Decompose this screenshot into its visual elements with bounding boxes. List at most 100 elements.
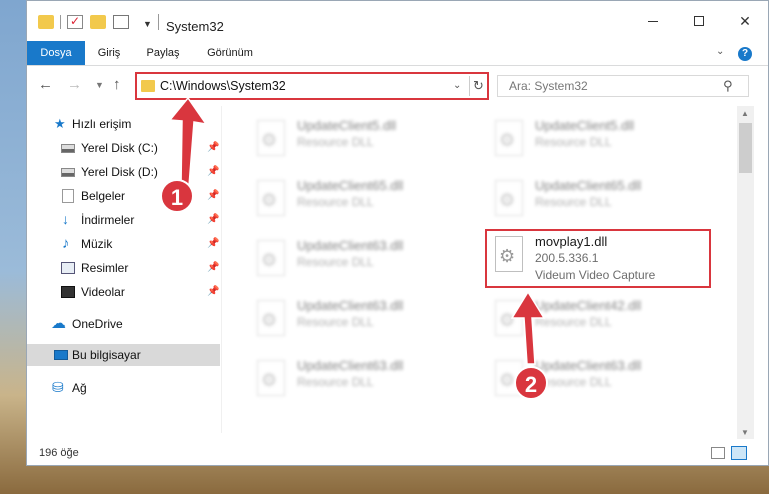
tab-paylas[interactable]: Paylaş — [143, 41, 183, 65]
qat-divider — [60, 15, 61, 29]
star-icon: ★ — [54, 116, 66, 131]
dll-file-icon: ⚙ — [495, 300, 523, 336]
details-view-icon[interactable] — [711, 447, 725, 459]
scroll-down-icon[interactable]: ▼ — [741, 428, 749, 437]
qat-dropdown-icon[interactable]: ▼ — [143, 19, 152, 29]
gear-icon: ⚙ — [261, 130, 278, 150]
annotation-marker-1: 1 — [160, 179, 194, 213]
tab-dosya[interactable]: Dosya — [27, 41, 85, 65]
file-item[interactable]: ⚙ UpdateClient65.dll Resource DLL — [247, 170, 485, 226]
pin-icon[interactable]: 📌 — [207, 238, 219, 249]
videos-icon — [61, 286, 75, 298]
title-divider — [158, 14, 159, 30]
gear-icon: ⚙ — [499, 190, 516, 210]
file-type: Resource DLL — [535, 315, 612, 329]
maximize-button[interactable] — [676, 1, 722, 41]
up-arrow-icon[interactable]: ↑ — [113, 77, 121, 92]
forward-arrow-icon[interactable]: → — [67, 77, 82, 92]
file-type: Resource DLL — [297, 255, 374, 269]
pin-icon[interactable]: 📌 — [207, 142, 219, 153]
file-item[interactable]: ⚙ UpdateClient42.dll Resource DLL — [485, 290, 723, 346]
file-type: Resource DLL — [535, 195, 612, 209]
file-type: Resource DLL — [297, 195, 374, 209]
new-folder-icon[interactable] — [90, 15, 106, 29]
properties-check-icon[interactable] — [67, 14, 83, 29]
address-bar[interactable]: C:\Windows\System32 ⌄ ↻ — [135, 72, 489, 100]
pane-divider — [221, 106, 222, 433]
sidebar-item-pictures[interactable]: Resimler 📌 — [27, 257, 220, 279]
cloud-icon: ☁ — [51, 315, 66, 332]
address-path[interactable]: C:\Windows\System32 — [160, 80, 286, 93]
pin-icon[interactable]: 📌 — [207, 286, 219, 297]
dll-file-icon: ⚙ — [257, 180, 285, 216]
sidebar-item-quick-access[interactable]: ★ Hızlı erişim — [27, 113, 220, 135]
gear-icon: ⚙ — [499, 130, 516, 150]
sidebar-item-onedrive[interactable]: ☁ OneDrive — [27, 313, 220, 335]
file-name: UpdateClient63.dll — [297, 238, 404, 253]
help-icon[interactable]: ? — [738, 47, 752, 61]
ribbon-expand-icon[interactable]: ⌄ — [716, 46, 724, 57]
search-icon[interactable]: ⚲ — [723, 78, 733, 94]
minimize-icon — [648, 20, 658, 22]
gear-icon: ⚙ — [499, 370, 516, 390]
file-item[interactable]: ⚙ UpdateClient63.dll Resource DLL — [247, 230, 485, 286]
navigation-pane: ★ Hızlı erişim Yerel Disk (C:) 📌 Yerel D… — [27, 106, 221, 433]
sidebar-item-label: Yerel Disk (C:) — [81, 141, 158, 155]
pin-icon[interactable]: 📌 — [207, 214, 219, 225]
file-name: UpdateClient65.dll — [297, 178, 404, 193]
network-icon: ⛁ — [52, 379, 64, 395]
dll-file-icon: ⚙ — [495, 120, 523, 156]
drive-icon — [61, 168, 75, 177]
file-item[interactable]: ⚙ UpdateClient63.dll Resource DLL — [247, 350, 485, 406]
refresh-icon[interactable]: ↻ — [469, 76, 487, 96]
file-name: UpdateClient63.dll — [297, 298, 404, 313]
folder-icon[interactable] — [38, 15, 54, 29]
dll-file-icon: ⚙ — [257, 360, 285, 396]
file-name: UpdateClient63.dll — [297, 358, 404, 373]
sidebar-item-label: Hızlı erişim — [72, 117, 132, 131]
scroll-thumb[interactable] — [739, 123, 752, 173]
tiles-view-icon[interactable] — [731, 446, 747, 460]
scroll-up-icon[interactable]: ▲ — [741, 109, 749, 118]
title-bar: ▼ System32 ✕ — [27, 1, 768, 41]
search-input[interactable]: Ara: System32 ⚲ — [497, 75, 749, 97]
file-name: UpdateClient5.dll — [535, 118, 635, 133]
sidebar-item-label: Yerel Disk (D:) — [81, 165, 158, 179]
sidebar-item-music[interactable]: ♪ Müzik 📌 — [27, 233, 220, 255]
tab-giris[interactable]: Giriş — [94, 41, 124, 65]
recent-locations-icon[interactable]: ▼ — [95, 81, 104, 90]
status-bar: 196 öğe — [27, 439, 768, 466]
gear-icon: ⚙ — [261, 190, 278, 210]
sidebar-item-videos[interactable]: Videolar 📌 — [27, 281, 220, 303]
file-type: Resource DLL — [297, 375, 374, 389]
minimize-button[interactable] — [630, 1, 676, 41]
pin-icon[interactable]: 📌 — [207, 166, 219, 177]
dll-file-icon: ⚙ — [257, 120, 285, 156]
file-type: Resource DLL — [297, 315, 374, 329]
tab-gorunum[interactable]: Görünüm — [201, 41, 259, 65]
file-item[interactable]: ⚙ UpdateClient65.dll Resource DLL — [485, 170, 723, 226]
sidebar-item-disk-c[interactable]: Yerel Disk (C:) 📌 — [27, 137, 220, 159]
file-type: Resource DLL — [297, 135, 374, 149]
documents-icon — [62, 189, 74, 203]
file-name: UpdateClient42.dll — [535, 298, 642, 313]
sidebar-item-network[interactable]: ⛁ Ağ — [27, 377, 220, 399]
close-button[interactable]: ✕ — [722, 1, 768, 41]
pin-icon[interactable]: 📌 — [207, 190, 219, 201]
search-placeholder: Ara: System32 — [509, 79, 588, 93]
sidebar-item-label: Belgeler — [81, 189, 126, 203]
file-item[interactable]: ⚙ UpdateClient5.dll Resource DLL — [485, 110, 723, 166]
item-count: 196 öğe — [39, 447, 79, 459]
sidebar-item-label: Videolar — [81, 285, 125, 299]
sidebar-item-downloads[interactable]: ↓ İndirmeler 📌 — [27, 209, 220, 231]
file-item[interactable]: ⚙ UpdateClient5.dll Resource DLL — [247, 110, 485, 166]
dll-file-icon: ⚙ — [495, 180, 523, 216]
sidebar-item-disk-d[interactable]: Yerel Disk (D:) 📌 — [27, 161, 220, 183]
pin-icon[interactable]: 📌 — [207, 262, 219, 273]
file-item[interactable]: ⚙ UpdateClient63.dll Resource DLL — [247, 290, 485, 346]
vertical-scrollbar[interactable]: ▲ ▼ — [737, 106, 754, 439]
rename-icon[interactable] — [113, 15, 129, 29]
address-dropdown-icon[interactable]: ⌄ — [453, 80, 461, 91]
back-arrow-icon[interactable]: ← — [38, 77, 53, 92]
sidebar-item-this-pc[interactable]: Bu bilgisayar — [27, 344, 220, 366]
